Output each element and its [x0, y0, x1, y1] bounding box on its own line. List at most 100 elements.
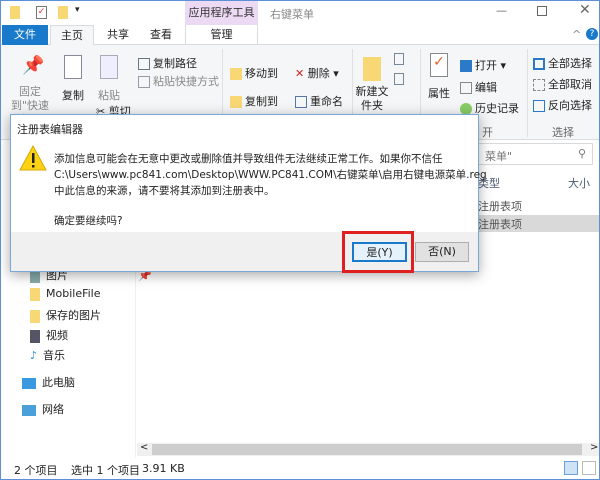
properties-icon: ✓ — [430, 53, 448, 77]
nav-item-music[interactable]: ♪ 音乐 — [30, 347, 65, 363]
paste-shortcut-button[interactable]: 粘贴快捷方式 — [138, 73, 219, 89]
ribbon-tabs: 文件 主页 共享 查看 管理 ^ ? — [0, 25, 600, 46]
scroll-left-icon[interactable]: < — [140, 442, 148, 453]
network-icon — [22, 404, 36, 416]
history-label: 历史记录 — [475, 102, 519, 115]
search-input[interactable]: 菜单" ⚲ — [478, 143, 593, 165]
group-label-open: 开 — [482, 126, 493, 139]
folder-icon — [10, 6, 20, 19]
nav-label: 视频 — [46, 329, 68, 342]
tab-home[interactable]: 主页 — [50, 25, 94, 46]
rename-label: 重命名 — [310, 95, 343, 108]
tab-view[interactable]: 查看 — [143, 25, 179, 45]
invert-selection-label: 反向选择 — [548, 99, 592, 112]
video-icon — [30, 329, 40, 343]
move-to-label: 移动到 — [245, 67, 278, 80]
new-item-icon[interactable] — [394, 53, 404, 65]
scrollbar-thumb[interactable] — [152, 444, 582, 455]
item-count: 2 个项目 — [14, 464, 58, 477]
invert-selection-button[interactable]: 反向选择 — [533, 97, 592, 113]
select-all-icon — [533, 58, 545, 70]
dialog-message: 添加信息可能会在无意中更改或删除值并导致组件无法继续正常工作。如果你不信任 C:… — [54, 151, 487, 229]
open-icon — [460, 60, 472, 72]
group-label-select: 选择 — [552, 126, 574, 139]
select-none-label: 全部取消 — [548, 78, 592, 91]
window-title: 右键菜单 — [270, 8, 314, 21]
properties-button[interactable]: 属性 — [428, 85, 450, 101]
tab-share[interactable]: 共享 — [100, 25, 136, 45]
selected-count: 选中 1 个项目 — [71, 464, 140, 477]
title-bar: ✓ ▾ 应用程序工具 右键菜单 — ✕ — [0, 0, 600, 25]
rename-button[interactable]: 重命名 — [295, 93, 343, 109]
search-icon[interactable]: ⚲ — [578, 147, 586, 160]
easy-access-icon[interactable] — [394, 73, 404, 85]
move-to-button[interactable]: 移动到 — [230, 65, 278, 81]
horizontal-scrollbar[interactable]: < > — [137, 442, 600, 456]
copy-to-button[interactable]: 复制到 — [230, 93, 278, 109]
minimize-button[interactable]: — — [496, 4, 507, 17]
nav-item-network[interactable]: 网络 — [22, 401, 64, 417]
quick-access-dropdown-icon[interactable]: ▾ — [75, 5, 80, 15]
pin-icon: 📌 — [22, 55, 45, 76]
nav-item-this-pc[interactable]: 此电脑 — [22, 374, 75, 390]
highlight-box — [342, 231, 414, 273]
delete-icon: ✕ — [295, 67, 305, 80]
copy-path-label: 复制路径 — [153, 57, 197, 70]
scroll-right-icon[interactable]: > — [590, 442, 598, 453]
edit-button[interactable]: 编辑 — [460, 79, 497, 95]
select-all-label: 全部选择 — [548, 57, 592, 70]
file-row[interactable]: 注册表项 — [478, 198, 600, 214]
copy-path-icon — [138, 58, 150, 70]
context-tab-app-tools: 应用程序工具 — [185, 0, 258, 25]
nav-label: 网络 — [42, 403, 64, 416]
select-none-icon — [533, 79, 545, 91]
nav-label: 保存的图片 — [46, 309, 101, 322]
column-header-size[interactable]: 大小 — [568, 175, 590, 191]
nav-label: 音乐 — [43, 349, 66, 362]
large-icons-view-icon[interactable] — [582, 461, 596, 475]
message-path: C:\Users\www.pc841.com\Desktop\WWW.PC841… — [54, 169, 487, 181]
registry-editor-dialog: 注册表编辑器 添加信息可能会在无意中更改或删除值并导致组件无法继续正常工作。如果… — [10, 114, 487, 273]
maximize-button[interactable] — [537, 6, 547, 16]
edit-label: 编辑 — [475, 81, 497, 94]
dialog-title: 注册表编辑器 — [17, 123, 83, 136]
paste-icon — [100, 55, 118, 79]
warning-icon — [19, 145, 47, 171]
help-icon[interactable]: ? — [586, 28, 598, 40]
delete-label: 删除 — [307, 67, 330, 80]
nav-item-saved-pictures[interactable]: 保存的图片 — [30, 307, 101, 323]
message-line: 添加信息可能会在无意中更改或删除值并导致组件无法继续正常工作。如果你不信任 — [54, 153, 443, 165]
close-button[interactable]: ✕ — [579, 2, 591, 18]
paste-shortcut-label: 粘贴快捷方式 — [153, 75, 219, 88]
select-all-button[interactable]: 全部选择 — [533, 55, 592, 71]
copy-to-label: 复制到 — [245, 95, 278, 108]
tab-manage[interactable]: 管理 — [185, 25, 258, 45]
collapse-ribbon-icon[interactable]: ^ — [572, 28, 581, 41]
details-view-icon[interactable] — [564, 461, 578, 475]
file-row-selected[interactable]: 注册表项 — [478, 215, 600, 232]
copy-path-button[interactable]: 复制路径 — [138, 55, 197, 71]
select-none-button[interactable]: 全部取消 — [533, 76, 592, 92]
nav-label: 此电脑 — [42, 376, 75, 389]
no-button[interactable]: 否(N) — [415, 242, 469, 262]
confirm-question: 确定要继续吗? — [54, 215, 123, 227]
folder-icon — [30, 309, 40, 323]
copy-icon — [64, 55, 82, 79]
copy-button[interactable]: 复制 — [62, 87, 84, 103]
edit-icon — [460, 82, 472, 94]
new-folder-button[interactable]: 新建文件夹 — [355, 85, 389, 113]
selected-size: 3.91 KB — [142, 462, 185, 475]
copy-to-icon — [230, 96, 242, 108]
nav-item-mobilefile[interactable]: MobileFile — [30, 287, 101, 301]
open-label: 打开 — [475, 59, 497, 72]
new-folder-quick-icon[interactable] — [58, 6, 68, 19]
properties-quick-icon[interactable]: ✓ — [36, 6, 47, 19]
nav-item-videos[interactable]: 视频 — [30, 327, 68, 343]
open-button[interactable]: 打开 ▾ — [460, 57, 506, 73]
paste-button[interactable]: 粘贴 — [98, 87, 120, 103]
folder-icon — [30, 287, 40, 301]
message-line: 中此信息的来源，请不要将其添加到注册表中。 — [54, 185, 275, 197]
delete-button[interactable]: ✕ 删除 ▾ — [295, 65, 339, 81]
tab-file[interactable]: 文件 — [2, 25, 48, 45]
invert-selection-icon — [533, 100, 545, 112]
